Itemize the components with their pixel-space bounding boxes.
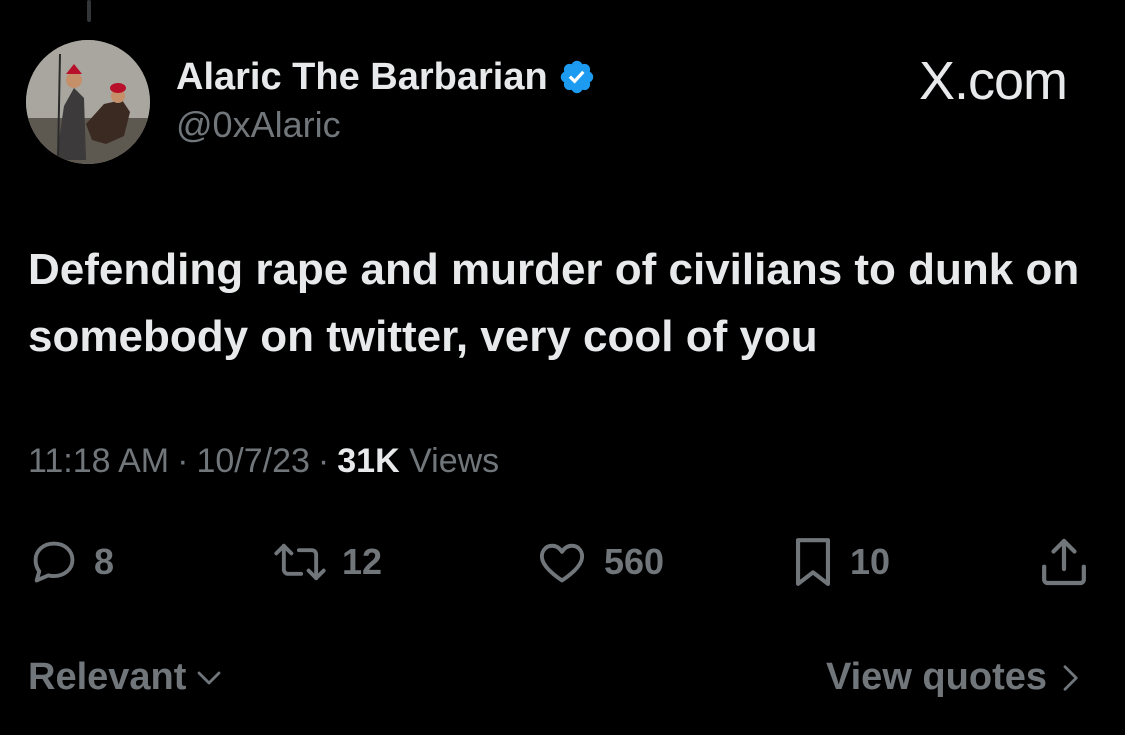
thread-connector-line (87, 0, 91, 22)
repost-icon (274, 543, 326, 581)
view-quotes-link[interactable]: View quotes (826, 656, 1085, 699)
sort-replies-dropdown[interactable]: Relevant (28, 656, 224, 699)
tweet-date[interactable]: 10/7/23 (196, 442, 309, 480)
sort-label: Relevant (28, 656, 187, 698)
author-name-row[interactable]: Alaric The Barbarian (176, 52, 596, 102)
verified-badge-icon[interactable] (558, 58, 596, 96)
like-count: 560 (604, 541, 665, 582)
author-handle[interactable]: @0xAlaric (176, 104, 341, 146)
view-quotes-label: View quotes (825, 656, 1047, 698)
bookmark-count: 10 (850, 541, 891, 582)
chevron-right-icon (1063, 664, 1078, 691)
bookmark-icon (795, 538, 831, 586)
tweet-time[interactable]: 11:18 AM (28, 442, 169, 480)
bookmark-button[interactable]: 10 (790, 530, 890, 594)
chevron-down-icon (198, 671, 221, 684)
reply-button[interactable]: 8 (28, 530, 114, 594)
share-button[interactable] (1036, 530, 1092, 594)
action-bar: 8 12 560 10 (0, 530, 1125, 594)
brand-logo-text: X.com (918, 51, 1068, 111)
reply-count: 8 (94, 541, 115, 582)
tweet-metadata: 11:18 AM · 10/7/23 · 31K Views (28, 442, 499, 481)
heart-icon (539, 543, 585, 583)
share-icon (1042, 538, 1086, 586)
avatar-image (26, 40, 150, 164)
like-button[interactable]: 560 (534, 530, 664, 594)
views-count: 31K (337, 442, 400, 480)
separator-dot: · (177, 442, 189, 480)
reply-icon (33, 541, 75, 583)
repost-count: 12 (342, 541, 383, 582)
separator-dot: · (317, 442, 330, 480)
repost-button[interactable]: 12 (272, 530, 382, 594)
avatar[interactable] (26, 40, 150, 164)
views-label: Views (409, 442, 500, 480)
display-name[interactable]: Alaric The Barbarian (176, 56, 548, 99)
tweet-text: Defending rape and murder of civilians t… (28, 245, 1080, 361)
